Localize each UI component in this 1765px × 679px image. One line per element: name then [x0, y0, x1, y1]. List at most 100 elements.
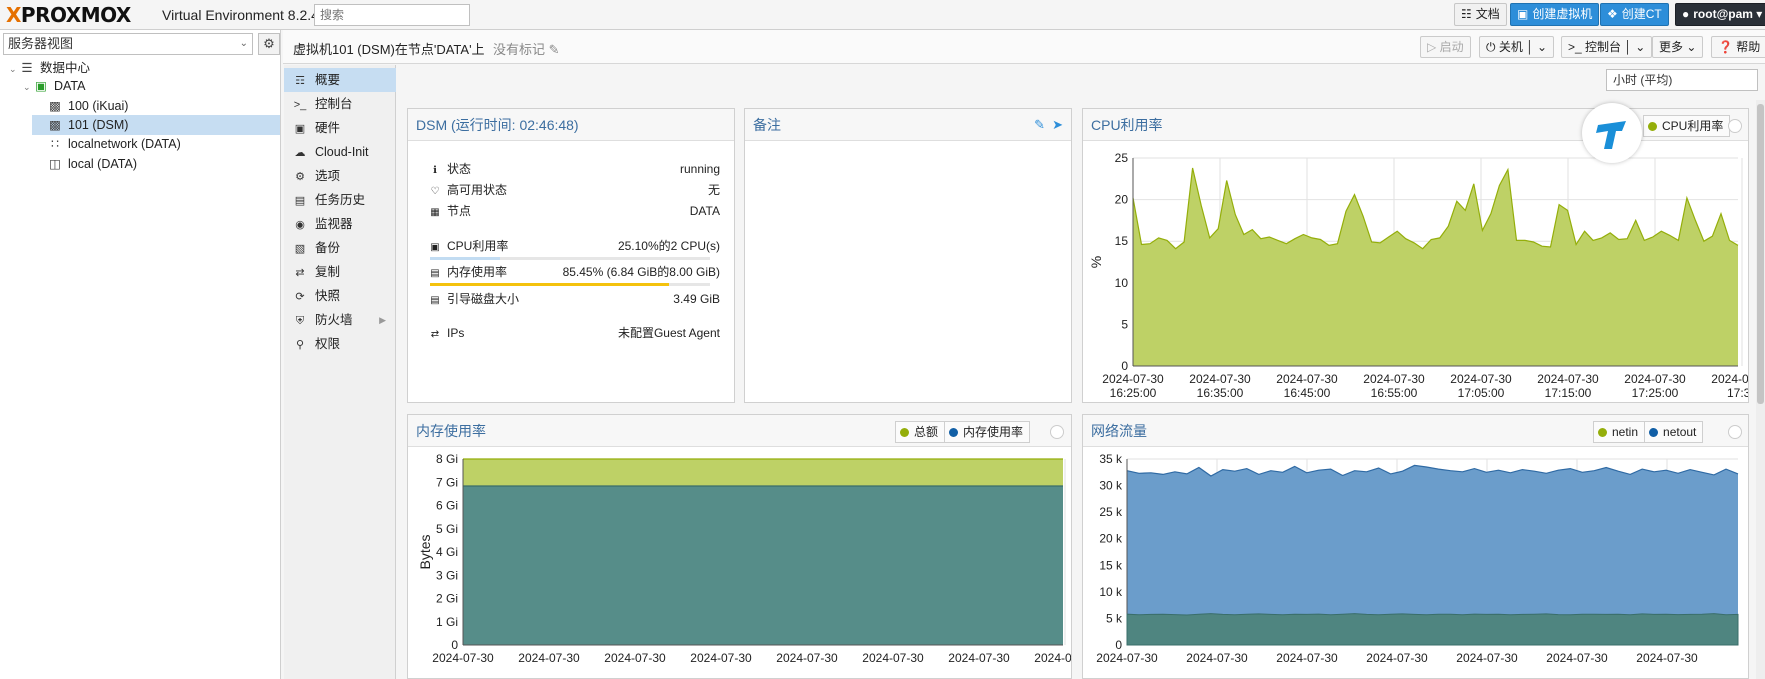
- user-label: root@pam: [1693, 7, 1753, 21]
- notes-title-text: 备注: [753, 117, 781, 133]
- x-tick-label: 2024-07-30: [1456, 651, 1518, 665]
- help-button[interactable]: ❓ 帮助: [1711, 36, 1765, 58]
- notes-panel-title: 备注 ✎ ➤: [745, 109, 1071, 141]
- legend-item-total[interactable]: 总额: [896, 422, 946, 442]
- nav-console[interactable]: >_ 控制台: [284, 92, 396, 116]
- row-label: 节点: [447, 204, 472, 218]
- minus-circle-icon[interactable]: [1728, 119, 1742, 133]
- create-ct-button[interactable]: ❖ 创建CT: [1600, 3, 1669, 26]
- cpu-chart-legend[interactable]: CPU利用率: [1643, 115, 1731, 137]
- docs-button[interactable]: ☷ 文档: [1454, 3, 1507, 26]
- content-scrollbar[interactable]: [1756, 100, 1765, 679]
- question-icon: ❓: [1718, 40, 1733, 54]
- scrollbar-thumb[interactable]: [1757, 104, 1764, 404]
- version-label: Virtual Environment 8.2.4: [162, 7, 319, 23]
- nav-firewall[interactable]: ⛨ 防火墙 ▶: [284, 308, 396, 332]
- nav-snapshots[interactable]: ⟳ 快照: [284, 284, 396, 308]
- network-chart-svg: 0 5 k 10 k 15 k 20 k 25 k 30 k 35 k 2024-07-30 20…: [1096, 452, 1739, 665]
- minus-circle-icon[interactable]: [1728, 425, 1742, 439]
- nav-backup[interactable]: ▧ 备份: [284, 236, 396, 260]
- legend-item-used[interactable]: 内存使用率: [945, 422, 1029, 442]
- more-button[interactable]: 更多 ⌄: [1652, 36, 1704, 58]
- network-chart-legend[interactable]: netin netout: [1593, 421, 1704, 443]
- x-tick-label: 16:35:00: [1197, 386, 1244, 400]
- x-tick-label: 2024-07-30: [1636, 651, 1698, 665]
- row-label: 引导磁盘大小: [447, 292, 520, 306]
- row-label: 高可用状态: [447, 183, 508, 197]
- tree-node-vm-101[interactable]: ▩ 101 (DSM): [32, 115, 280, 135]
- start-button[interactable]: ▷ 启动: [1420, 36, 1471, 58]
- top-toolbar: XPROXMOX Virtual Environment 8.2.4 ☷文档 ▣…: [0, 0, 1765, 30]
- console-button[interactable]: >_ 控制台 │ ⌄: [1561, 36, 1653, 58]
- hdd-icon: ▤: [430, 295, 440, 306]
- y-tick-label: 0: [451, 638, 458, 652]
- edit-icon[interactable]: ✎: [1034, 109, 1045, 141]
- tree-node-data[interactable]: ▣ DATA: [32, 76, 280, 96]
- tree-node-datacenter[interactable]: ☰ 数据中心: [18, 58, 280, 78]
- legend-dot: [1648, 122, 1657, 131]
- view-selector[interactable]: 服务器视图 ⌄: [3, 33, 253, 55]
- nav-hardware[interactable]: ▣ 硬件: [284, 116, 396, 140]
- tree-node-localnetwork[interactable]: ∷ localnetwork (DATA): [46, 134, 280, 154]
- shutdown-button[interactable]: ⏻ 关机 │ ⌄: [1479, 36, 1555, 58]
- y-tick-label: 20 k: [1099, 532, 1123, 546]
- create-ct-label: 创建CT: [1621, 7, 1662, 21]
- nav-options[interactable]: ⚙ 选项: [284, 164, 396, 188]
- nav-label: 备份: [315, 241, 341, 255]
- expand-circle-icon[interactable]: ➤: [1052, 109, 1063, 141]
- legend-item-netout[interactable]: netout: [1645, 422, 1702, 442]
- x-tick-label: 17:05:00: [1458, 386, 1505, 400]
- memory-usage-fill: [430, 283, 670, 286]
- collapse-toggle-icon[interactable]: ⌄: [23, 82, 31, 93]
- chevron-down-icon: ⌄: [1635, 40, 1646, 54]
- minus-circle-icon[interactable]: [1050, 425, 1064, 439]
- timeframe-selector[interactable]: 小时 (平均): [1606, 69, 1758, 91]
- tree-node-local-storage[interactable]: ◫ local (DATA): [46, 154, 280, 174]
- chevron-down-icon: ⌄: [239, 38, 248, 49]
- nav-replication[interactable]: ⇄ 复制: [284, 260, 396, 284]
- tree-node-label: 数据中心: [40, 61, 91, 75]
- nav-permissions[interactable]: ⚲ 权限: [284, 332, 396, 356]
- collapse-toggle-icon[interactable]: ⌄: [9, 64, 17, 75]
- shutdown-label: 关机: [1498, 40, 1523, 54]
- row-label: 内存使用率: [447, 265, 508, 279]
- tags-label: 没有标记: [493, 42, 546, 57]
- x-tick-label: 2024-07-30: [1102, 372, 1164, 386]
- create-vm-button[interactable]: ▣ 创建虚拟机: [1510, 3, 1600, 26]
- retweet-icon: ⇄: [295, 267, 305, 279]
- docs-label: 文档: [1475, 7, 1500, 21]
- row-label: CPU利用率: [447, 239, 509, 253]
- row-value: 未配置Guest Agent: [617, 326, 720, 340]
- user-icon: ●: [1682, 7, 1690, 21]
- tags-area[interactable]: 没有标记 ✎: [493, 39, 560, 58]
- y-tick-label: 0: [1115, 638, 1122, 652]
- notes-panel: 备注 ✎ ➤: [744, 108, 1072, 403]
- nav-task-history[interactable]: ▤ 任务历史: [284, 188, 396, 212]
- nav-monitor[interactable]: ◉ 监视器: [284, 212, 396, 236]
- nav-summary[interactable]: ☶ 概要: [284, 68, 396, 92]
- row-value: DATA: [689, 204, 720, 218]
- nav-cloud-init[interactable]: ☁ Cloud-Init: [284, 140, 396, 164]
- exchange-icon: ⇄: [430, 329, 440, 340]
- gear-icon: ⚙: [295, 171, 305, 183]
- user-menu-button[interactable]: ● root@pam ▾: [1675, 3, 1765, 26]
- x-tick-label: 2024-07-30: [1186, 651, 1248, 665]
- memory-chart-legend[interactable]: 总额 内存使用率: [895, 421, 1031, 443]
- x-tick-label: 2024-07-30: [1450, 372, 1512, 386]
- tree-node-vm-100[interactable]: ▩ 100 (iKuai): [46, 96, 280, 116]
- chevron-down-icon: ⌄: [1686, 40, 1697, 54]
- legend-item-netin[interactable]: netin: [1594, 422, 1646, 442]
- y-tick-label: 10 k: [1099, 585, 1123, 599]
- desktop-icon: ▣: [294, 123, 306, 135]
- vm-nav-panel: ☶ 概要 >_ 控制台 ▣ 硬件 ☁ Cloud-Init ⚙ 选项 ▤ 任务历史 ◉ 监视器…: [284, 65, 396, 679]
- unlock-icon: ⚲: [295, 339, 305, 351]
- x-tick-label: 2024-07-30: [518, 651, 580, 665]
- y-tick-label: 25 k: [1099, 505, 1123, 519]
- pencil-icon[interactable]: ✎: [549, 42, 560, 57]
- x-tick-label: 2024-07-30: [1624, 372, 1686, 386]
- legend-item-cpu[interactable]: CPU利用率: [1644, 116, 1729, 136]
- search-input[interactable]: [314, 4, 470, 26]
- legend-label: CPU利用率: [1662, 119, 1724, 133]
- vm-icon: ▩: [49, 118, 61, 132]
- gear-icon[interactable]: ⚙: [258, 33, 280, 55]
